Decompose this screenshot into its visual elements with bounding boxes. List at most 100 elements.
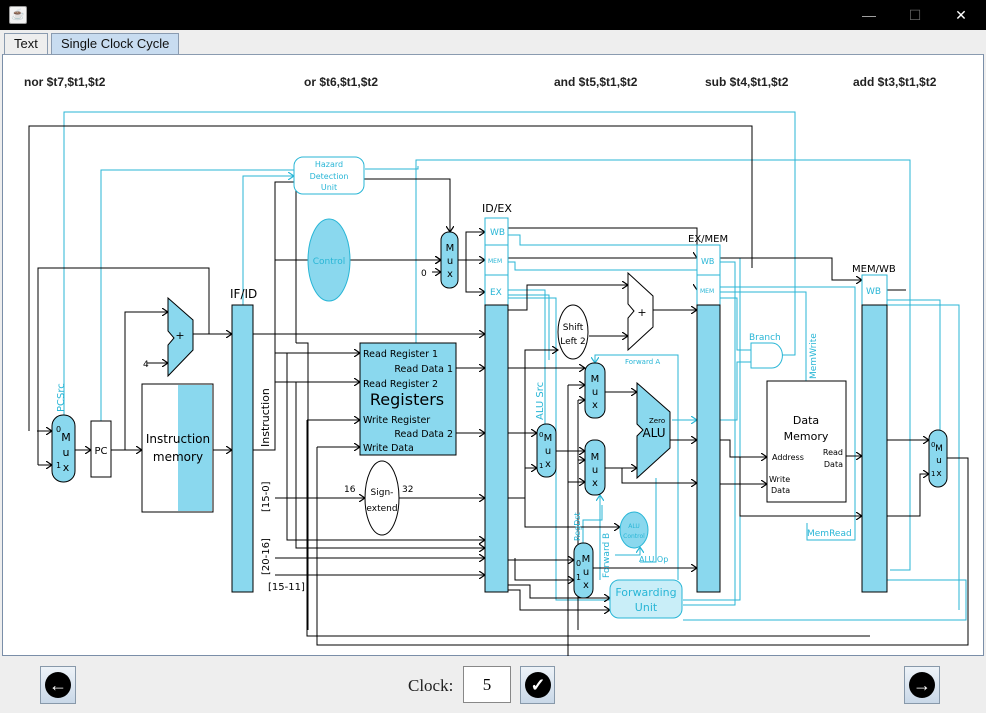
svg-text:1: 1 — [56, 461, 61, 470]
svg-text:Sign-: Sign- — [371, 488, 394, 498]
memread-label: MemRead — [807, 529, 852, 539]
datapath-diagram: M u x 0 1 PCSrc PC + 4 Instruction memor… — [28, 111, 969, 656]
svg-text:u: u — [592, 465, 598, 476]
footer-controls: ← Clock: 5 ✓ → — [0, 656, 986, 713]
svg-text:1: 1 — [539, 462, 543, 470]
svg-text:u: u — [936, 456, 942, 466]
id-ex-register: ID/EX WB MEM EX — [482, 202, 512, 593]
svg-text:u: u — [447, 256, 453, 267]
instruction-label: Instruction — [259, 388, 272, 447]
svg-text:1: 1 — [931, 470, 935, 478]
svg-text:0: 0 — [539, 431, 543, 439]
branch-label: Branch — [749, 333, 781, 343]
svg-text:Read Register 1: Read Register 1 — [363, 349, 438, 360]
svg-text:32: 32 — [402, 485, 413, 495]
regdst-label: RegDst — [573, 512, 582, 541]
svg-text:Read Register 2: Read Register 2 — [363, 379, 438, 390]
svg-text:Registers: Registers — [370, 390, 444, 409]
branch-and-gate — [750, 342, 783, 369]
svg-text:M: M — [61, 431, 71, 444]
svg-text:M: M — [544, 433, 553, 444]
svg-text:Unit: Unit — [635, 601, 658, 614]
forward-a-mux: M u x — [584, 362, 606, 419]
svg-text:MEM: MEM — [488, 258, 502, 265]
previous-arrow-icon: ← — [45, 672, 71, 698]
clock-label: Clock: — [408, 676, 454, 695]
next-cycle-button[interactable]: → — [904, 666, 940, 704]
svg-text:u: u — [63, 446, 70, 459]
svg-text:Read: Read — [823, 448, 843, 457]
constant-zero: 0 — [421, 269, 427, 279]
pc-register: PC — [90, 420, 112, 478]
pc-adder: + — [167, 296, 194, 378]
svg-text:Detection: Detection — [310, 172, 349, 181]
forward-b-mux: M u x — [584, 439, 606, 496]
forward-b-label: Forward B — [602, 533, 612, 578]
svg-text:Memory: Memory — [784, 430, 829, 443]
regdst-mux: M u x 0 1 — [573, 542, 594, 599]
svg-text:WB: WB — [866, 287, 881, 297]
svg-text:PC: PC — [94, 446, 107, 457]
svg-text:x: x — [583, 580, 589, 591]
go-to-clock-button[interactable]: ✓ — [520, 666, 555, 704]
svg-text:Data: Data — [824, 460, 843, 469]
svg-text:0: 0 — [56, 425, 61, 434]
svg-text:Unit: Unit — [321, 183, 337, 192]
svg-text:extend: extend — [366, 504, 397, 514]
data-memory: Data Memory Address Write Data Read Data — [766, 380, 847, 503]
control-unit: Control — [307, 218, 351, 302]
svg-text:Shift: Shift — [563, 323, 584, 333]
svg-text:x: x — [447, 269, 453, 280]
svg-text:ID/EX: ID/EX — [482, 202, 512, 215]
svg-text:M: M — [591, 452, 600, 463]
hazard-detection-unit: Hazard Detection Unit — [293, 156, 365, 195]
svg-text:x: x — [592, 400, 598, 411]
svg-text:ALU: ALU — [628, 523, 640, 530]
pcsrc-mux: M u x 0 1 — [51, 414, 76, 483]
svg-text:MEM: MEM — [700, 288, 714, 295]
svg-text:IF/ID: IF/ID — [230, 287, 257, 301]
svg-text:MEM/WB: MEM/WB — [852, 264, 896, 275]
svg-text:x: x — [545, 459, 551, 470]
svg-text:+: + — [637, 306, 646, 319]
next-arrow-icon: → — [909, 672, 935, 698]
shift-left-2: Shift Left 2 — [557, 304, 589, 360]
svg-text:u: u — [545, 446, 551, 457]
check-icon: ✓ — [525, 672, 551, 698]
svg-text:M: M — [582, 554, 591, 565]
control-wires — [63, 111, 967, 621]
svg-text:Zero: Zero — [649, 417, 665, 425]
svg-text:16: 16 — [344, 485, 356, 495]
svg-text:M: M — [446, 243, 455, 254]
alu-op-label: ALU Op — [639, 555, 668, 564]
memwrite-label: MemWrite — [809, 333, 819, 379]
svg-text:Forwarding: Forwarding — [615, 586, 676, 599]
svg-text:WB: WB — [701, 257, 714, 266]
svg-text:Left 2: Left 2 — [560, 337, 586, 347]
previous-cycle-button[interactable]: ← — [40, 666, 76, 704]
svg-text:x: x — [936, 469, 942, 479]
bits-15-11-label: [15-11] — [268, 582, 305, 593]
svg-text:1: 1 — [576, 573, 581, 582]
alu-src-label: ALU Src — [535, 382, 546, 420]
forward-a-label: Forward A — [625, 358, 660, 366]
if-id-register: IF/ID — [230, 287, 257, 593]
bits-15-0-label: [15-0] — [261, 481, 272, 512]
svg-text:Data: Data — [793, 414, 819, 427]
constant-four: 4 — [143, 360, 149, 370]
svg-text:u: u — [583, 567, 589, 578]
svg-text:0: 0 — [576, 559, 581, 568]
svg-text:Hazard: Hazard — [315, 160, 343, 169]
register-file: Read Register 1 Read Data 1 Read Registe… — [359, 342, 457, 456]
svg-text:EX/MEM: EX/MEM — [688, 234, 728, 245]
clock-input[interactable]: 5 — [463, 666, 511, 703]
ex-mem-register: EX/MEM WB MEM — [688, 234, 728, 593]
control-mux: M u x — [440, 231, 459, 289]
svg-text:M: M — [935, 444, 943, 454]
bits-20-16-label: [20-16] — [261, 538, 272, 575]
svg-text:Read Data 1: Read Data 1 — [394, 364, 453, 375]
svg-text:WB: WB — [490, 228, 505, 238]
svg-text:0: 0 — [931, 441, 935, 449]
svg-text:ALU: ALU — [642, 426, 665, 440]
svg-text:x: x — [592, 478, 598, 489]
